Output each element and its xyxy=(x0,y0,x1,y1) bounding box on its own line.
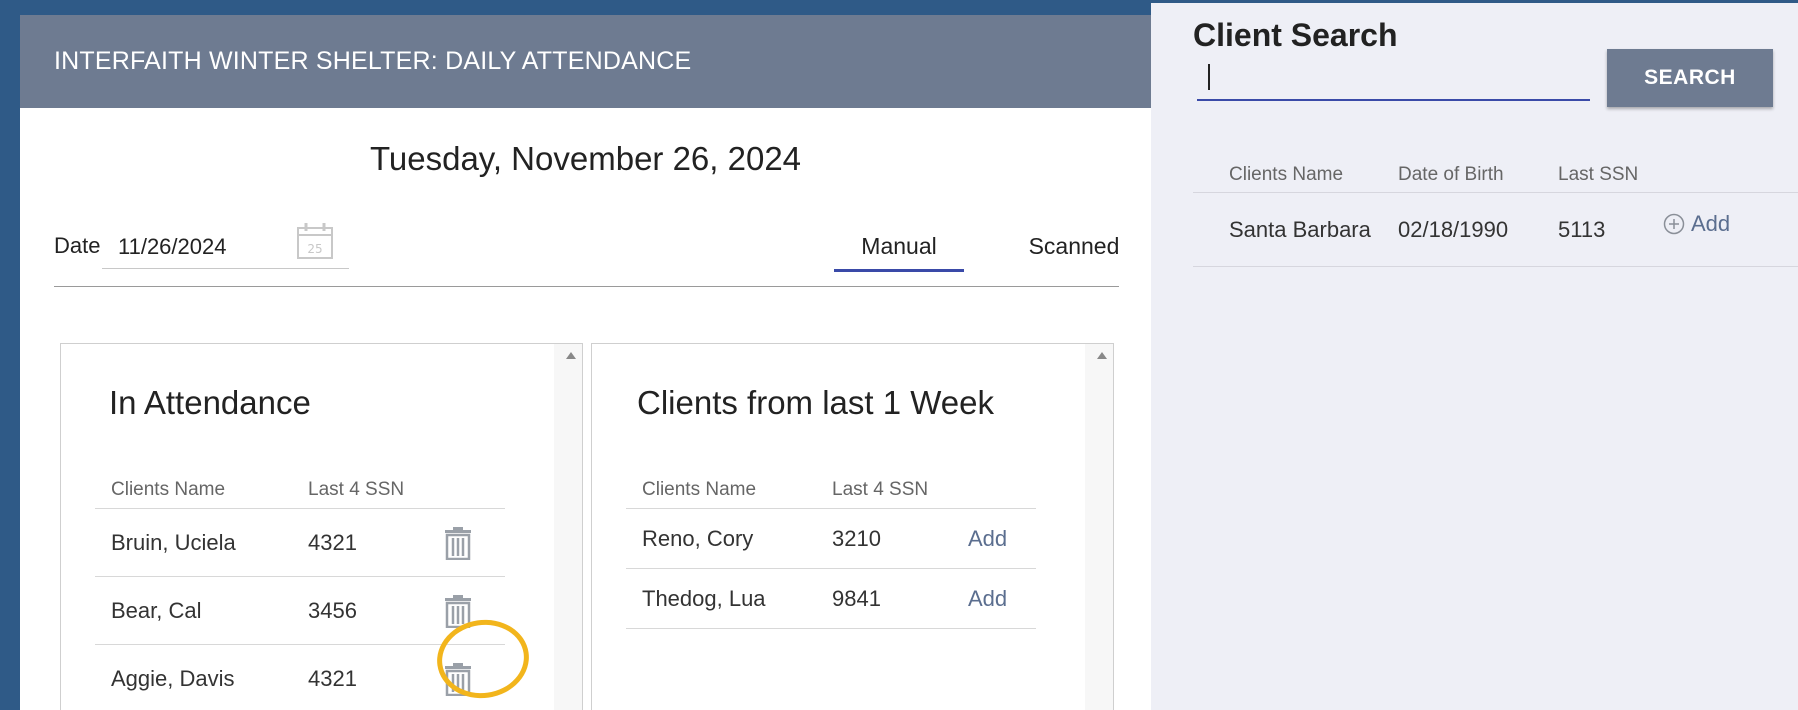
page-title: INTERFAITH WINTER SHELTER: DAILY ATTENDA… xyxy=(54,47,692,75)
search-title: Client Search xyxy=(1193,17,1398,53)
client-name: Thedog, Lua xyxy=(642,585,766,611)
search-input[interactable] xyxy=(1197,55,1590,101)
client-name: Bruin, Uciela xyxy=(111,529,236,555)
client-dob: 02/18/1990 xyxy=(1398,216,1509,242)
search-button[interactable]: SEARCH xyxy=(1607,49,1773,107)
attendance-panel: INTERFAITH WINTER SHELTER: DAILY ATTENDA… xyxy=(20,15,1151,710)
date-row: Date 25 Manual Scanned xyxy=(54,215,1119,287)
recent-clients-card: Clients from last 1 Week Clients Name La… xyxy=(591,343,1114,710)
date-heading: Tuesday, November 26, 2024 xyxy=(369,140,802,177)
client-ssn: 4321 xyxy=(308,529,357,555)
client-name: Reno, Cory xyxy=(642,525,754,551)
column-header-ssn: Last 4 SSN xyxy=(832,478,929,500)
search-results-table: Clients Name Date of Birth Last SSN Sant… xyxy=(1193,158,1798,267)
table-row: Bear, Cal 3456 xyxy=(95,577,505,645)
trash-icon[interactable] xyxy=(443,594,473,628)
add-client-link[interactable]: Add xyxy=(968,526,1007,552)
add-result-label: Add xyxy=(1691,210,1731,236)
tab-manual[interactable]: Manual xyxy=(834,233,964,272)
scroll-up-arrow-icon[interactable] xyxy=(566,352,576,359)
client-ssn: 9841 xyxy=(832,585,881,611)
calendar-icon[interactable]: 25 xyxy=(294,220,336,262)
table-row: Santa Barbara 02/18/1990 5113 Add xyxy=(1193,193,1798,267)
trash-icon[interactable] xyxy=(443,526,473,560)
column-header-name: Clients Name xyxy=(1229,164,1344,185)
client-name: Bear, Cal xyxy=(111,597,202,623)
scrollbar[interactable] xyxy=(1085,344,1113,710)
table-header: Clients Name Date of Birth Last SSN xyxy=(1193,158,1798,193)
text-caret xyxy=(1208,64,1210,90)
table-row: Thedog, Lua 9841 Add xyxy=(626,569,1036,629)
client-ssn: 5113 xyxy=(1558,216,1606,242)
tab-scanned[interactable]: Scanned xyxy=(1014,233,1134,260)
date-label: Date xyxy=(54,233,101,258)
add-result-button[interactable]: Add xyxy=(1663,211,1798,237)
recent-clients-table: Clients Name Last 4 SSN Reno, Cory 3210 … xyxy=(626,471,1036,629)
attendance-table: Clients Name Last 4 SSN Bruin, Uciela 43… xyxy=(95,471,505,710)
column-header-name: Clients Name xyxy=(111,478,226,500)
table-row: Aggie, Davis 4321 xyxy=(95,645,505,710)
scroll-up-arrow-icon[interactable] xyxy=(1097,352,1107,359)
in-attendance-card: In Attendance Clients Name Last 4 SSN Br… xyxy=(60,343,583,710)
table-row: Bruin, Uciela 4321 xyxy=(95,509,505,577)
column-header-ssn: Last SSN xyxy=(1558,164,1639,185)
recent-clients-title: Clients from last 1 Week xyxy=(637,384,995,421)
column-header-dob: Date of Birth xyxy=(1398,164,1504,185)
client-ssn: 3456 xyxy=(308,597,357,623)
client-name: Santa Barbara xyxy=(1229,216,1371,242)
column-header-ssn: Last 4 SSN xyxy=(308,478,405,500)
client-name: Aggie, Davis xyxy=(111,665,235,691)
table-header: Clients Name Last 4 SSN xyxy=(95,471,505,509)
client-ssn: 4321 xyxy=(308,665,357,691)
scrollbar[interactable] xyxy=(554,344,582,710)
plus-circle-icon xyxy=(1663,213,1685,234)
table-header: Clients Name Last 4 SSN xyxy=(626,471,1036,509)
in-attendance-title: In Attendance xyxy=(109,384,311,421)
client-ssn: 3210 xyxy=(832,525,881,551)
table-row: Reno, Cory 3210 Add xyxy=(626,509,1036,569)
column-header-name: Clients Name xyxy=(642,478,757,500)
add-client-link[interactable]: Add xyxy=(968,586,1007,612)
calendar-day-text: 25 xyxy=(307,242,322,256)
client-search-panel: Client Search SEARCH Clients Name Date o… xyxy=(1151,3,1798,710)
header-bar: INTERFAITH WINTER SHELTER: DAILY ATTENDA… xyxy=(20,15,1151,108)
trash-icon[interactable] xyxy=(443,662,473,696)
